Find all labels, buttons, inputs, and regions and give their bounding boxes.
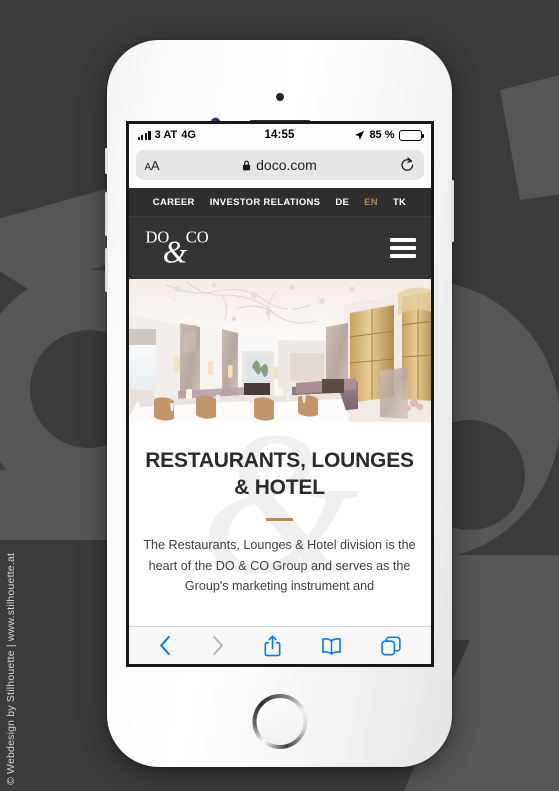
title-divider [266, 518, 293, 522]
battery-percent-label: 85 % [369, 129, 395, 141]
signal-bars-icon [137, 130, 151, 140]
page-content: & RESTAURANTS, LOUNGES & HOTEL The Resta… [128, 422, 431, 612]
topnav-link-career[interactable]: CAREER [153, 197, 195, 208]
svg-text:CO: CO [185, 227, 208, 246]
language-link-de[interactable]: DE [335, 197, 349, 208]
clock-label: 14:55 [264, 129, 295, 141]
share-icon [264, 634, 281, 656]
body-text: The Restaurants, Lounges & Hotel divisio… [143, 538, 416, 594]
site-top-navigation: CAREER INVESTOR RELATIONS DE EN TK [128, 188, 431, 217]
network-type-label: 4G [181, 129, 196, 141]
do-and-co-logo[interactable]: DO CO & [144, 225, 216, 271]
tabs-button[interactable] [381, 636, 401, 656]
back-icon [160, 635, 170, 656]
page-title: RESTAURANTS, LOUNGES & HOTEL [145, 449, 414, 499]
safari-url-bar-container: AA doco.com [128, 146, 431, 188]
url-text: doco.com [256, 157, 317, 173]
home-button[interactable] [252, 694, 307, 749]
bookmarks-icon [321, 637, 341, 655]
language-link-en[interactable]: EN [364, 197, 378, 208]
share-button[interactable] [264, 634, 281, 657]
bookmarks-button[interactable] [321, 637, 342, 655]
do-and-co-logo-icon: DO CO & [145, 227, 208, 270]
reload-button[interactable] [400, 157, 415, 173]
lock-icon [243, 160, 251, 170]
safari-url-bar[interactable]: AA doco.com [135, 150, 424, 180]
status-bar-left: 3 AT 4G [137, 129, 265, 141]
location-arrow-icon [355, 130, 365, 140]
language-link-tk[interactable]: TK [393, 197, 406, 208]
volume-down-button[interactable] [105, 248, 108, 292]
battery-icon [398, 129, 424, 141]
reload-icon [400, 157, 413, 171]
restaurant-interior-photo [128, 279, 431, 422]
forward-button[interactable] [211, 635, 225, 656]
phone-screen: 3 AT 4G 14:55 85 % AA doco.com CAREER IN… [125, 121, 434, 667]
site-header: DO CO & [128, 217, 431, 279]
text-size-label: A [150, 157, 160, 173]
proximity-sensor [275, 93, 284, 101]
svg-text:&: & [162, 234, 187, 269]
text-size-button[interactable]: AA [145, 158, 160, 173]
topnav-link-investor-relations[interactable]: INVESTOR RELATIONS [210, 197, 321, 208]
safari-bottom-toolbar [128, 626, 431, 664]
carrier-label: 3 AT [154, 129, 178, 141]
iphone-mockup: 3 AT 4G 14:55 85 % AA doco.com CAREER IN… [105, 40, 454, 767]
back-button[interactable] [158, 635, 172, 656]
power-button[interactable] [451, 180, 454, 242]
tabs-icon [381, 636, 401, 655]
mute-switch[interactable] [105, 148, 108, 174]
forward-icon [213, 635, 224, 656]
status-bar-right: 85 % [294, 129, 424, 141]
url-display: doco.com [136, 157, 424, 173]
hamburger-menu-icon[interactable] [389, 234, 416, 262]
ios-status-bar: 3 AT 4G 14:55 85 % [128, 124, 431, 146]
volume-up-button[interactable] [105, 192, 108, 236]
